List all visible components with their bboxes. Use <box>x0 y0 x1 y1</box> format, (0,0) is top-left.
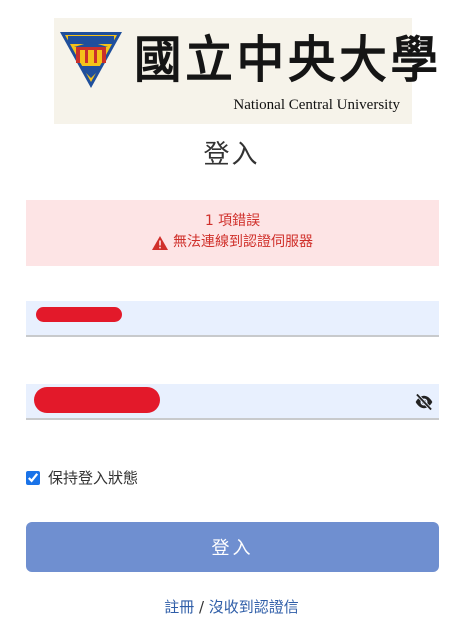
university-chinese-name: 國立中央大學 <box>134 30 442 89</box>
error-message-row: 無法連線到認證伺服器 <box>26 232 439 253</box>
footer-links: 註冊 / 沒收到認證信 <box>0 596 463 617</box>
university-emblem-icon <box>60 32 122 88</box>
remember-me[interactable]: 保持登入狀態 <box>26 467 138 488</box>
error-message: 無法連線到認證伺服器 <box>173 234 313 250</box>
error-count: 1 項錯誤 <box>204 213 261 229</box>
university-logo-banner: 國立中央大學 National Central University <box>54 18 438 124</box>
register-link[interactable]: 註冊 <box>164 598 194 616</box>
login-page: 國立中央大學 National Central University 登入 1 … <box>0 0 463 640</box>
university-english-name: National Central University <box>233 97 400 113</box>
password-field[interactable] <box>26 384 439 420</box>
redaction-mark <box>34 387 160 413</box>
redaction-mark <box>36 307 122 322</box>
remember-me-checkbox[interactable] <box>26 470 40 485</box>
login-button[interactable]: 登入 <box>26 522 439 572</box>
footer-separator: / <box>194 598 209 616</box>
username-field[interactable] <box>26 301 439 337</box>
warning-triangle-icon <box>152 235 168 250</box>
remember-me-label: 保持登入狀態 <box>48 469 139 487</box>
eye-slash-icon[interactable] <box>414 392 434 412</box>
resend-verification-link[interactable]: 沒收到認證信 <box>209 598 299 616</box>
error-alert: 1 項錯誤 無法連線到認證伺服器 <box>26 200 439 266</box>
page-title: 登入 <box>203 140 260 170</box>
